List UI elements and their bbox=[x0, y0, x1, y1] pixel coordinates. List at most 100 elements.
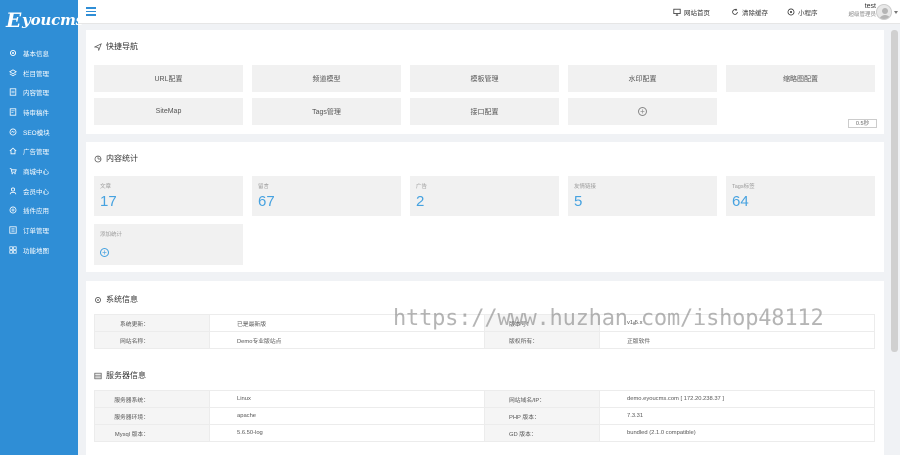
cell-key: GD 版本： bbox=[484, 424, 600, 442]
quick-nav-channel-model[interactable]: 频道模型 bbox=[252, 65, 401, 92]
cell-key: 网站名称： bbox=[94, 331, 210, 349]
sidebar-item-label: 广告管理 bbox=[23, 149, 49, 157]
document-icon bbox=[9, 88, 17, 96]
server-info-title-text: 服务器信息 bbox=[106, 371, 146, 380]
sidebar-item-content[interactable]: 内容管理 bbox=[0, 82, 78, 102]
cell-value: 7.3.31 bbox=[599, 407, 875, 425]
seo-icon bbox=[9, 128, 17, 136]
clear-cache-label: 清除缓存 bbox=[742, 10, 768, 17]
sidebar-item-label: 待审稿件 bbox=[23, 109, 49, 117]
cell-key: Mysql 版本： bbox=[94, 424, 210, 442]
stat-card-messages[interactable]: 留言 67 bbox=[252, 176, 401, 216]
logo-letter: E bbox=[6, 8, 22, 32]
table-row: 服务器系统： Linux 网站域名/IP： demo.eyoucms.com [… bbox=[94, 390, 875, 408]
mini-program-label: 小程序 bbox=[798, 10, 818, 17]
mini-program-link[interactable]: 小程序 bbox=[787, 7, 818, 17]
table-row: Mysql 版本： 5.6.50-log GD 版本： bundled (2.1… bbox=[94, 424, 875, 442]
logo-text: youcms bbox=[22, 11, 84, 29]
sidebar-item-seo[interactable]: SEO模块 bbox=[0, 122, 78, 142]
system-info-title: 系统信息 bbox=[94, 294, 138, 305]
quick-nav-sitemap[interactable]: SiteMap bbox=[94, 98, 243, 125]
sidebar-item-review[interactable]: 待审稿件 bbox=[0, 102, 78, 122]
layers-icon bbox=[9, 68, 17, 77]
sidebar-item-shop[interactable]: 商城中心 bbox=[0, 161, 78, 181]
content-stats-panel: 内容统计 文章 17 留言 67 广告 2 友情链接 5 Tags标签 64 添… bbox=[86, 142, 884, 272]
cell-value: 正版软件 bbox=[599, 331, 875, 349]
cell-value: apache bbox=[209, 407, 485, 425]
quick-nav-template[interactable]: 模板管理 bbox=[410, 65, 559, 92]
user-icon bbox=[9, 187, 17, 195]
sidebar-item-ads[interactable]: 广告管理 bbox=[0, 141, 78, 161]
sidebar-item-orders[interactable]: 订单管理 bbox=[0, 220, 78, 240]
scrollbar[interactable] bbox=[891, 30, 898, 352]
sidebar-item-label: 栏目管理 bbox=[23, 70, 49, 78]
cell-key: 网站域名/IP： bbox=[484, 390, 600, 408]
stat-label: 文章 bbox=[100, 184, 112, 190]
system-info-title-text: 系统信息 bbox=[106, 295, 138, 304]
stats-icon bbox=[94, 155, 102, 163]
server-icon bbox=[94, 372, 102, 380]
stat-value: 5 bbox=[574, 193, 583, 210]
sidebar-item-basic-info[interactable]: 基本信息 bbox=[0, 43, 78, 63]
monitor-icon bbox=[673, 8, 681, 16]
sidebar-item-label: 内容管理 bbox=[23, 90, 49, 98]
add-circle-icon[interactable]: + bbox=[100, 248, 109, 257]
cell-key: 服务器环境： bbox=[94, 407, 210, 425]
speed-badge: 0.5秒 bbox=[848, 119, 877, 128]
add-stat-label: 添加统计 bbox=[100, 232, 123, 238]
gear-icon bbox=[94, 296, 102, 304]
quick-nav-panel: 快捷导航 URL配置 频道模型 模板管理 水印配置 缩略图配置 SiteMap … bbox=[86, 30, 884, 134]
sidebar-item-members[interactable]: 会员中心 bbox=[0, 181, 78, 201]
quick-nav-add-button[interactable]: + bbox=[568, 98, 717, 125]
sidebar-item-label: 插件应用 bbox=[23, 208, 49, 216]
server-info-title: 服务器信息 bbox=[94, 370, 146, 381]
content-stats-title: 内容统计 bbox=[94, 153, 138, 164]
grid-icon bbox=[9, 246, 17, 254]
watermark: https://www.huzhan.com/ishop48112 bbox=[393, 306, 824, 331]
username: test bbox=[864, 3, 876, 10]
quick-nav-title: 快捷导航 bbox=[94, 41, 138, 52]
stat-value: 2 bbox=[416, 193, 425, 210]
site-home-link[interactable]: 网站首页 bbox=[673, 7, 710, 17]
gear-icon bbox=[9, 49, 17, 57]
stat-card-articles[interactable]: 文章 17 bbox=[94, 176, 243, 216]
sidebar-item-label: 会员中心 bbox=[23, 188, 49, 196]
server-info-table: 服务器系统： Linux 网站域名/IP： demo.eyoucms.com [… bbox=[94, 390, 875, 442]
add-circle-icon: + bbox=[638, 107, 647, 116]
menu-toggle-icon[interactable] bbox=[86, 7, 96, 16]
quick-nav-thumbnail[interactable]: 缩略图配置 bbox=[726, 65, 875, 92]
review-icon bbox=[9, 108, 17, 116]
avatar[interactable] bbox=[876, 4, 892, 20]
cell-key: 系统更新： bbox=[94, 314, 210, 332]
stat-card-tags[interactable]: Tags标签 64 bbox=[726, 176, 875, 216]
sidebar-menu: 基本信息 栏目管理 内容管理 待审稿件 SEO模块 广告管理 商城中心 会员中心… bbox=[0, 43, 78, 260]
quick-nav-watermark[interactable]: 水印配置 bbox=[568, 65, 717, 92]
content-stats-title-text: 内容统计 bbox=[106, 154, 138, 163]
stat-card-ads[interactable]: 广告 2 bbox=[410, 176, 559, 216]
user-info[interactable]: test 超级管理员 bbox=[848, 3, 876, 18]
sidebar-item-label: 基本信息 bbox=[23, 50, 49, 58]
chevron-down-icon[interactable] bbox=[894, 11, 898, 14]
quick-nav-api[interactable]: 接口配置 bbox=[410, 98, 559, 125]
sidebar-item-plugins[interactable]: 插件应用 bbox=[0, 201, 78, 221]
plugin-icon bbox=[9, 206, 17, 214]
add-stat-card[interactable]: 添加统计 + bbox=[94, 224, 243, 265]
user-role: 超级管理员 bbox=[848, 12, 876, 18]
logo[interactable]: Eyoucms bbox=[0, 0, 84, 40]
stat-card-links[interactable]: 友情链接 5 bbox=[568, 176, 717, 216]
sidebar-item-label: 商城中心 bbox=[23, 168, 49, 176]
stat-label: Tags标签 bbox=[732, 184, 755, 190]
home-icon bbox=[9, 147, 17, 155]
topbar: 网站首页 清除缓存 小程序 test 超级管理员 bbox=[78, 0, 900, 24]
cart-icon bbox=[9, 167, 17, 175]
clear-cache-link[interactable]: 清除缓存 bbox=[731, 7, 768, 17]
quick-nav-title-text: 快捷导航 bbox=[106, 42, 138, 51]
table-row: 服务器环境： apache PHP 版本： 7.3.31 bbox=[94, 407, 875, 425]
site-home-label: 网站首页 bbox=[684, 10, 710, 17]
sidebar-item-function-map[interactable]: 功能地图 bbox=[0, 240, 78, 260]
sidebar-item-label: 功能地图 bbox=[23, 247, 49, 255]
quick-nav-tags[interactable]: Tags管理 bbox=[252, 98, 401, 125]
quick-nav-url-config[interactable]: URL配置 bbox=[94, 65, 243, 92]
cell-value: 5.6.50-log bbox=[209, 424, 485, 442]
sidebar-item-columns[interactable]: 栏目管理 bbox=[0, 63, 78, 83]
